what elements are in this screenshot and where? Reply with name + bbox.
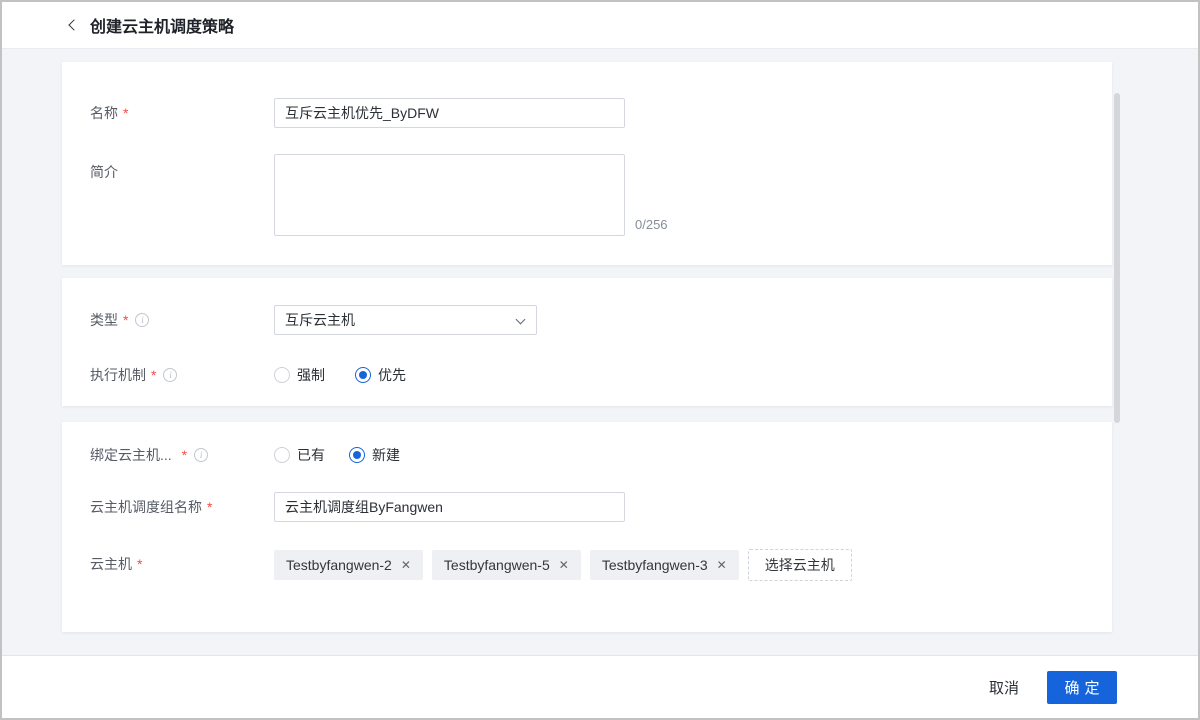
page-title: 创建云主机调度策略: [90, 13, 234, 37]
required-asterisk: *: [123, 105, 128, 121]
policy-card: 类型 * i 互斥云主机 执行机制 * i: [62, 278, 1112, 406]
close-icon[interactable]: ✕: [401, 559, 411, 571]
radio-icon: [349, 447, 365, 463]
binding-card: 绑定云主机... * i 已有 新建: [62, 422, 1112, 632]
required-asterisk: *: [123, 312, 128, 328]
group-name-input[interactable]: [274, 492, 625, 522]
select-hosts-button[interactable]: 选择云主机: [748, 549, 852, 581]
vertical-scrollbar-thumb[interactable]: [1114, 93, 1120, 423]
host-tag: Testbyfangwen-3 ✕: [590, 550, 739, 580]
radio-icon: [355, 367, 371, 383]
radio-icon: [274, 367, 290, 383]
required-asterisk: *: [182, 447, 187, 463]
description-label: 简介: [90, 154, 270, 184]
chevron-down-icon: [516, 315, 526, 325]
confirm-button[interactable]: 确定: [1047, 671, 1117, 704]
info-icon[interactable]: i: [135, 313, 149, 327]
info-icon[interactable]: i: [163, 368, 177, 382]
back-button[interactable]: [64, 15, 84, 35]
bind-mode-radio-group: 已有 新建: [274, 440, 430, 470]
hosts-label: 云主机 *: [90, 549, 270, 579]
host-tags-row: Testbyfangwen-2 ✕ Testbyfangwen-5 ✕ Test…: [274, 549, 852, 581]
host-tag-name: Testbyfangwen-3: [602, 557, 708, 573]
radio-mechanism-priority[interactable]: 优先: [355, 365, 406, 385]
required-asterisk: *: [137, 556, 142, 572]
mechanism-radio-group: 强制 优先: [274, 360, 436, 390]
name-input[interactable]: [274, 98, 625, 128]
radio-bind-existing[interactable]: 已有: [274, 445, 325, 465]
required-asterisk: *: [207, 499, 212, 515]
name-label: 名称 *: [90, 98, 270, 128]
type-select-value: 互斥云主机: [285, 310, 355, 330]
radio-bind-new[interactable]: 新建: [349, 445, 400, 465]
host-tag: Testbyfangwen-2 ✕: [274, 550, 423, 580]
page-header: 创建云主机调度策略: [2, 2, 1198, 49]
required-asterisk: *: [151, 367, 156, 383]
host-tag-name: Testbyfangwen-5: [444, 557, 550, 573]
mechanism-label: 执行机制 * i: [90, 360, 270, 390]
basic-info-card: 名称 * 简介 0/256: [62, 62, 1112, 265]
char-counter: 0/256: [635, 217, 668, 232]
description-textarea[interactable]: [274, 154, 625, 236]
type-select[interactable]: 互斥云主机: [274, 305, 537, 335]
group-name-label: 云主机调度组名称 *: [90, 492, 270, 522]
close-icon[interactable]: ✕: [559, 559, 569, 571]
host-tag-name: Testbyfangwen-2: [286, 557, 392, 573]
radio-icon: [274, 447, 290, 463]
form-content: 名称 * 简介 0/256 类型: [2, 50, 1198, 658]
info-icon[interactable]: i: [194, 448, 208, 462]
chevron-left-icon: [68, 19, 79, 30]
create-scheduling-policy-page: 创建云主机调度策略 名称 * 简介 0/2: [0, 0, 1200, 720]
host-tag: Testbyfangwen-5 ✕: [432, 550, 581, 580]
bind-mode-label: 绑定云主机... * i: [90, 440, 270, 470]
radio-mechanism-force[interactable]: 强制: [274, 365, 325, 385]
type-label: 类型 * i: [90, 305, 270, 335]
cancel-button[interactable]: 取消: [989, 677, 1019, 698]
close-icon[interactable]: ✕: [717, 559, 727, 571]
footer-bar: 取消 确定: [2, 655, 1198, 718]
